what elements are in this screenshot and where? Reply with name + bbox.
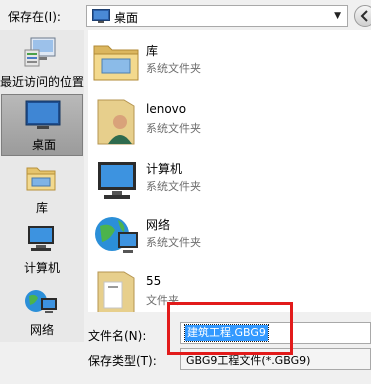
- folder-icon: [97, 271, 135, 312]
- user-folder-icon: [97, 99, 135, 145]
- list-item[interactable]: lenovo 系统文件夹: [88, 94, 371, 154]
- file-type: 系统文件夹: [146, 236, 201, 249]
- save-in-row: 保存在(I): 桌面 ▼: [0, 0, 371, 32]
- file-name: 计算机: [146, 162, 183, 176]
- library-folder-icon: [93, 45, 139, 81]
- list-item[interactable]: 库 系统文件夹: [88, 34, 371, 94]
- file-name: 库: [146, 44, 159, 58]
- chevron-down-icon: ▼: [334, 11, 341, 21]
- file-list[interactable]: 库 系统文件夹 lenovo 系统文件夹 计算机 系统文件夹 网络 系统文件夹 …: [88, 30, 371, 312]
- place-label: 最近访问的位置: [0, 75, 85, 89]
- place-label: 库: [35, 201, 48, 215]
- save-in-label: 保存在(I):: [8, 10, 61, 24]
- filetype-label: 保存类型(T):: [88, 354, 157, 368]
- place-desktop[interactable]: 桌面: [1, 94, 83, 156]
- file-name: 55: [146, 274, 162, 288]
- computer-icon: [98, 162, 136, 199]
- place-computer[interactable]: 计算机: [0, 218, 84, 280]
- desktop-icon: [92, 9, 110, 23]
- library-icon: [26, 167, 56, 191]
- location-dropdown[interactable]: 桌面 ▼: [86, 5, 348, 27]
- place-label: 计算机: [23, 261, 60, 275]
- place-recent[interactable]: 最近访问的位置: [0, 32, 84, 94]
- file-type: 系统文件夹: [146, 180, 201, 193]
- file-name: 网络: [146, 218, 171, 232]
- back-arrow-icon: [360, 10, 368, 22]
- file-name: lenovo: [146, 102, 187, 116]
- list-item[interactable]: 计算机 系统文件夹: [88, 152, 371, 212]
- places-bar: 最近访问的位置 桌面 库 计算机 网络: [0, 30, 84, 342]
- highlight-box: [167, 302, 293, 355]
- list-item[interactable]: 网络 系统文件夹: [88, 208, 371, 268]
- recent-places-icon: [24, 37, 56, 67]
- desktop-icon: [25, 100, 61, 129]
- place-label: 桌面: [31, 138, 56, 152]
- filename-label: 文件名(N):: [88, 329, 147, 343]
- place-library[interactable]: 库: [0, 158, 84, 220]
- back-button[interactable]: [354, 5, 371, 27]
- computer-icon: [28, 226, 54, 251]
- file-type: 系统文件夹: [146, 122, 201, 135]
- location-value: 桌面: [114, 11, 139, 25]
- file-type: 系统文件夹: [146, 62, 201, 75]
- network-icon: [95, 217, 138, 253]
